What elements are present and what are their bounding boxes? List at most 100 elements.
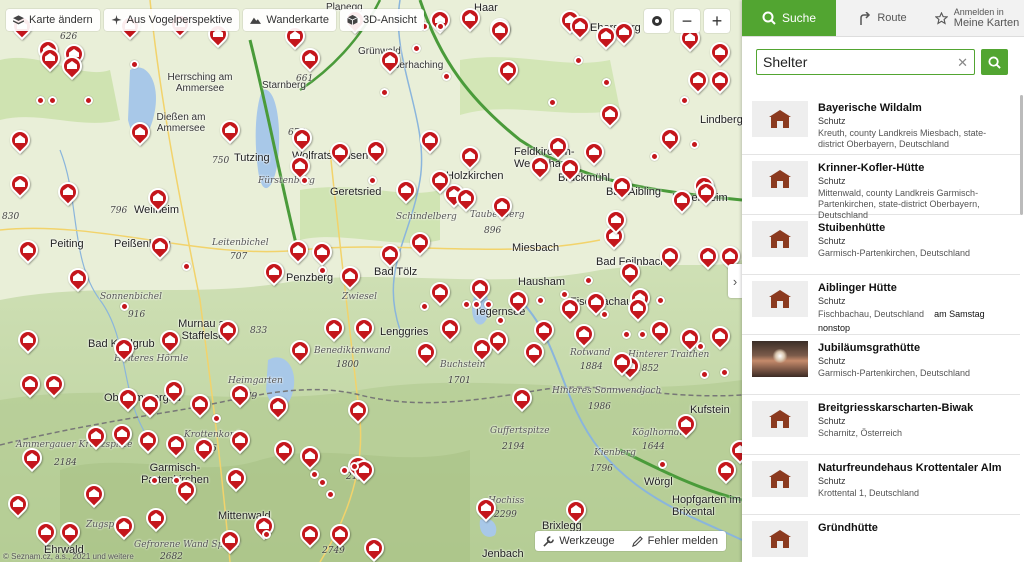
shelter-pin[interactable] bbox=[107, 419, 137, 450]
shelter-dot[interactable] bbox=[310, 470, 319, 479]
results-scrollbar[interactable] bbox=[1020, 95, 1023, 215]
shelter-pin[interactable] bbox=[283, 235, 313, 266]
shelter-pin[interactable] bbox=[471, 493, 501, 524]
shelter-dot[interactable] bbox=[656, 296, 665, 305]
zoom-in-button[interactable]: + bbox=[704, 9, 730, 33]
shelter-pin[interactable] bbox=[343, 395, 373, 426]
shelter-pin[interactable] bbox=[185, 389, 215, 420]
shelter-pin[interactable] bbox=[13, 235, 43, 266]
shelter-pin[interactable] bbox=[655, 123, 685, 154]
shelter-pin[interactable] bbox=[711, 455, 741, 486]
shelter-pin[interactable] bbox=[623, 293, 653, 324]
shelter-dot[interactable] bbox=[484, 300, 493, 309]
shelter-dot[interactable] bbox=[436, 22, 445, 31]
tab-route[interactable]: Route bbox=[836, 0, 930, 36]
shelter-pin[interactable] bbox=[213, 315, 243, 346]
shelter-dot[interactable] bbox=[574, 56, 583, 65]
shelter-dot[interactable] bbox=[696, 342, 705, 351]
shelter-pin[interactable] bbox=[361, 135, 391, 166]
shelter-pin[interactable] bbox=[405, 227, 435, 258]
shelter-pin[interactable] bbox=[451, 183, 481, 214]
shelter-dot[interactable] bbox=[584, 276, 593, 285]
shelter-pin[interactable] bbox=[693, 241, 723, 272]
shelter-dot[interactable] bbox=[368, 176, 377, 185]
result-item[interactable]: Bayerische Wildalm Schutz Kreuth, county L… bbox=[742, 95, 1020, 155]
shelter-pin[interactable] bbox=[295, 441, 325, 472]
result-item[interactable]: Gründhütte bbox=[742, 515, 1020, 562]
shelter-pin[interactable] bbox=[601, 205, 631, 236]
shelter-pin[interactable] bbox=[579, 137, 609, 168]
shelter-pin[interactable] bbox=[507, 383, 537, 414]
shelter-dot[interactable] bbox=[720, 368, 729, 377]
shelter-pin[interactable] bbox=[215, 115, 245, 146]
tools-button[interactable]: Werkzeuge bbox=[535, 531, 622, 551]
shelter-dot[interactable] bbox=[262, 530, 271, 539]
shelter-dot[interactable] bbox=[560, 290, 569, 299]
shelter-pin[interactable] bbox=[263, 391, 293, 422]
result-item[interactable]: Aiblinger Hütte Schutz Fischbachau, Deutsc… bbox=[742, 275, 1020, 335]
shelter-pin[interactable] bbox=[525, 151, 555, 182]
shelter-pin[interactable] bbox=[13, 325, 43, 356]
shelter-dot[interactable] bbox=[212, 414, 221, 423]
shelter-pin[interactable] bbox=[325, 137, 355, 168]
clear-search-icon[interactable]: ✕ bbox=[957, 55, 968, 71]
shelter-dot[interactable] bbox=[680, 96, 689, 105]
shelter-pin[interactable] bbox=[455, 141, 485, 172]
shelter-dot[interactable] bbox=[318, 266, 327, 275]
3d-view-button[interactable]: 3D-Ansicht bbox=[339, 9, 424, 31]
tab-search[interactable]: Suche bbox=[742, 0, 836, 36]
result-item[interactable]: Breitgriesskarscharten-Biwak Schutz Scharn… bbox=[742, 395, 1020, 455]
shelter-dot[interactable] bbox=[300, 176, 309, 185]
shelter-pin[interactable] bbox=[57, 51, 87, 82]
shelter-pin[interactable] bbox=[39, 369, 69, 400]
shelter-pin[interactable] bbox=[607, 171, 637, 202]
shelter-dot[interactable] bbox=[182, 262, 191, 271]
zoom-out-button[interactable]: − bbox=[674, 9, 700, 33]
result-item[interactable]: Jubiläumsgrathütte Schutz Garmisch-Partenk… bbox=[742, 335, 1020, 395]
shelter-pin[interactable] bbox=[285, 335, 315, 366]
shelter-pin[interactable] bbox=[159, 375, 189, 406]
shelter-pin[interactable] bbox=[55, 517, 85, 548]
tab-login[interactable]: Anmelden in Meine Karten bbox=[930, 0, 1024, 36]
birds-eye-button[interactable]: Aus Vogelperspektive bbox=[103, 9, 240, 31]
shelter-dot[interactable] bbox=[150, 476, 159, 485]
shelter-pin[interactable] bbox=[391, 175, 421, 206]
shelter-pin[interactable] bbox=[411, 337, 441, 368]
shelter-pin[interactable] bbox=[555, 153, 585, 184]
shelter-dot[interactable] bbox=[622, 330, 631, 339]
shelter-dot[interactable] bbox=[600, 310, 609, 319]
shelter-pin[interactable] bbox=[109, 511, 139, 542]
collapse-sidebar-button[interactable]: › bbox=[728, 264, 742, 298]
shelter-dot[interactable] bbox=[420, 302, 429, 311]
shelter-dot[interactable] bbox=[340, 466, 349, 475]
shelter-pin[interactable] bbox=[145, 231, 175, 262]
shelter-pin[interactable] bbox=[225, 425, 255, 456]
shelter-pin[interactable] bbox=[425, 277, 455, 308]
shelter-pin[interactable] bbox=[143, 183, 173, 214]
shelter-pin[interactable] bbox=[79, 479, 109, 510]
shelter-dot[interactable] bbox=[84, 96, 93, 105]
shelter-pin[interactable] bbox=[691, 177, 721, 208]
shelter-pin[interactable] bbox=[645, 315, 675, 346]
shelter-pin[interactable] bbox=[375, 239, 405, 270]
shelter-dot[interactable] bbox=[650, 152, 659, 161]
shelter-pin[interactable] bbox=[609, 17, 639, 48]
shelter-dot[interactable] bbox=[462, 300, 471, 309]
shelter-pin[interactable] bbox=[555, 293, 585, 324]
shelter-dot[interactable] bbox=[172, 476, 181, 485]
shelter-pin[interactable] bbox=[335, 261, 365, 292]
shelter-pin[interactable] bbox=[683, 65, 713, 96]
shelter-pin[interactable] bbox=[161, 429, 191, 460]
shelter-pin[interactable] bbox=[561, 495, 591, 526]
shelter-pin[interactable] bbox=[705, 321, 735, 352]
search-button[interactable] bbox=[981, 49, 1008, 75]
shelter-dot[interactable] bbox=[48, 96, 57, 105]
shelter-pin[interactable] bbox=[15, 369, 45, 400]
shelter-pin[interactable] bbox=[31, 517, 61, 548]
hiking-map-button[interactable]: Wanderkarte bbox=[243, 9, 336, 31]
shelter-pin[interactable] bbox=[287, 123, 317, 154]
shelter-pin[interactable] bbox=[133, 425, 163, 456]
shelter-pin[interactable] bbox=[375, 45, 405, 76]
shelter-pin[interactable] bbox=[5, 125, 35, 156]
shelter-dot[interactable] bbox=[602, 78, 611, 87]
